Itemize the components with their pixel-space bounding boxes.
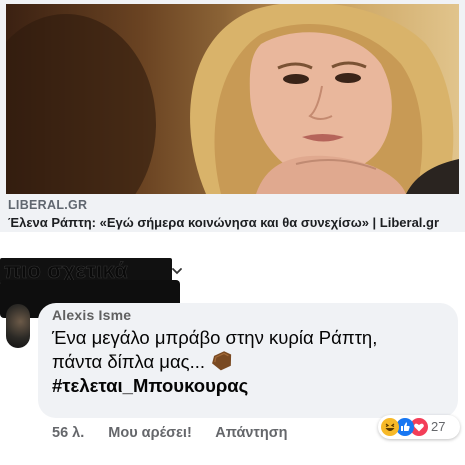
comment-line: Ένα μεγάλο μπράβο στην κυρία Ράπτη,	[52, 327, 378, 348]
chevron-down-icon	[172, 268, 182, 275]
link-preview-card[interactable]: LIBERAL.GR Έλενα Ράπτη: «Εγώ σήμερα κοιν…	[0, 0, 465, 232]
reply-button[interactable]: Απάντηση	[215, 425, 287, 441]
reaction-count: 27	[431, 419, 446, 434]
reaction-summary[interactable]: 27	[378, 415, 460, 439]
comment-actions: 56 λ. Μου αρέσει! Απάντηση	[52, 425, 308, 441]
like-button[interactable]: Μου αρέσει!	[108, 425, 192, 441]
comment-line-text: πάντα δίπλα μας...	[52, 351, 205, 372]
haha-icon	[381, 418, 399, 436]
avatar[interactable]	[6, 304, 30, 348]
comment-line: πάντα δίπλα μας...	[52, 350, 452, 374]
comment-timestamp[interactable]: 56 λ.	[52, 425, 84, 441]
comment-author[interactable]: Alexis Isme	[52, 307, 131, 323]
link-headline[interactable]: Έλενα Ράπτη: «Εγώ σήμερα κοινώνησα και θ…	[8, 215, 459, 231]
link-domain: LIBERAL.GR	[8, 198, 88, 212]
hashtag-link[interactable]: #τελεται_Μπουκουρας	[52, 374, 452, 398]
article-photo	[6, 4, 459, 194]
coffin-icon	[212, 351, 232, 371]
comment-text: Ένα μεγάλο μπράβο στην κυρία Ράπτη, πάντ…	[52, 326, 452, 398]
